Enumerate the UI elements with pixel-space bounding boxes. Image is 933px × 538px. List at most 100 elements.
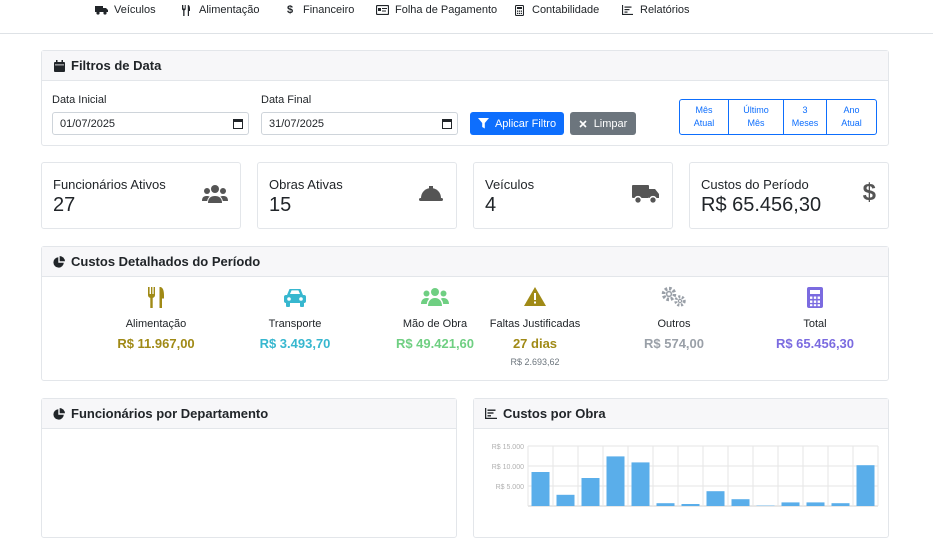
cost-label: Total: [740, 318, 890, 330]
stat-title: Veículos: [485, 177, 534, 192]
start-date-input[interactable]: 01/07/2025: [52, 112, 249, 135]
nav-contabilidade[interactable]: Contabilidade: [512, 3, 599, 17]
costs-by-work-header: Custos por Obra: [474, 399, 888, 429]
calendar-icon[interactable]: [233, 118, 243, 132]
y-tick-label: R$ 10.000: [492, 464, 524, 471]
utensils-icon: [81, 286, 231, 308]
chart-bar[interactable]: [532, 472, 550, 506]
quick-current-month-button[interactable]: MêsAtual: [680, 100, 729, 134]
chart-bar[interactable]: [632, 462, 650, 506]
card-title: Funcionários por Departamento: [71, 406, 268, 421]
pie-chart-icon: [52, 255, 66, 269]
cost-subvalue: R$ 2.693,62: [460, 357, 610, 367]
detailed-costs-header: Custos Detalhados do Período: [42, 247, 888, 277]
y-tick-label: R$ 15.000: [492, 444, 524, 451]
y-tick-label: R$ 5.000: [496, 484, 525, 491]
nav-label: Relatórios: [640, 4, 690, 16]
calculator-icon: [512, 4, 526, 16]
chart-bar[interactable]: [832, 503, 850, 506]
chart-bar[interactable]: [732, 499, 750, 506]
quick-last-month-button[interactable]: ÚltimoMês: [729, 100, 784, 134]
chart-bar[interactable]: [807, 502, 825, 506]
nav-label: Financeiro: [303, 4, 354, 16]
chart-bar[interactable]: [707, 491, 725, 506]
chart-bar[interactable]: [857, 465, 875, 506]
calendar-icon[interactable]: [442, 118, 452, 132]
nav-veiculos[interactable]: Veículos: [94, 3, 156, 17]
nav-label: Alimentação: [199, 4, 260, 16]
cost-label: Transporte: [220, 318, 370, 330]
hard-hat-icon: [418, 183, 444, 210]
calculator-icon: [740, 286, 890, 308]
truck-icon: [94, 4, 108, 16]
costs-by-work-card: Custos por Obra R$ 15.000 R$ 10.000 R$ 5.0…: [473, 398, 889, 538]
chart-bar[interactable]: [582, 478, 600, 506]
stat-title: Obras Ativas: [269, 177, 343, 192]
stat-value: 15: [269, 194, 291, 217]
chart-bar-icon: [484, 407, 498, 421]
cost-absences: Faltas Justificadas 27 dias R$ 2.693,62: [460, 286, 610, 367]
id-card-icon: [375, 4, 389, 16]
nav-label: Veículos: [114, 4, 156, 16]
nav-alimentacao[interactable]: Alimentação: [179, 3, 260, 17]
cost-value: R$ 11.967,00: [81, 336, 231, 351]
dept-employees-header: Funcionários por Departamento: [42, 399, 456, 429]
chart-bar-icon: [620, 4, 634, 16]
card-title: Custos por Obra: [503, 406, 606, 421]
stat-card-costs: Custos do Período R$ 65.456,30 $: [689, 162, 889, 229]
detailed-costs-card: Custos Detalhados do Período Alimentação…: [41, 246, 889, 381]
cost-transport: Transporte R$ 3.493,70: [220, 286, 370, 351]
cost-others: Outros R$ 574,00: [599, 286, 749, 351]
stat-title: Funcionários Ativos: [53, 177, 166, 192]
dollar-icon: $: [863, 179, 876, 207]
car-icon: [220, 286, 370, 308]
stat-value: 4: [485, 194, 496, 217]
chart-bar[interactable]: [782, 502, 800, 506]
quick-3-months-button[interactable]: 3Meses: [784, 100, 827, 134]
end-date-label: Data Final: [261, 94, 311, 106]
cost-value: R$ 3.493,70: [220, 336, 370, 351]
chart-bar[interactable]: [557, 495, 575, 506]
cost-label: Alimentação: [81, 318, 231, 330]
pie-chart-icon: [52, 407, 66, 421]
warning-icon: [460, 286, 610, 308]
end-date-value: 31/07/2025: [269, 118, 324, 130]
stat-card-vehicles: Veículos 4: [473, 162, 673, 229]
chart-bar[interactable]: [607, 456, 625, 506]
truck-icon: [632, 183, 660, 210]
nav-folha-pagamento[interactable]: Folha de Pagamento: [375, 3, 497, 17]
chart-bar[interactable]: [657, 503, 675, 506]
utensils-icon: [179, 4, 193, 16]
cost-label: Faltas Justificadas: [460, 318, 610, 330]
cost-value: 27 dias: [460, 336, 610, 351]
quick-period-group: MêsAtual ÚltimoMês 3Meses AnoAtual: [679, 99, 877, 135]
costs-by-work-chart: R$ 15.000 R$ 10.000 R$ 5.000: [474, 430, 888, 530]
filter-icon: [478, 118, 489, 129]
start-date-value: 01/07/2025: [60, 118, 115, 130]
card-title: Custos Detalhados do Período: [71, 254, 260, 269]
end-date-input[interactable]: 31/07/2025: [261, 112, 458, 135]
date-filter-header: Filtros de Data: [42, 51, 888, 81]
nav-label: Folha de Pagamento: [395, 4, 497, 16]
chart-bar[interactable]: [682, 504, 700, 506]
clear-filter-button[interactable]: Limpar: [570, 112, 636, 135]
date-filter-card: Filtros de Data Data Inicial 01/07/2025 …: [41, 50, 889, 146]
cost-value: R$ 574,00: [599, 336, 749, 351]
dept-employees-card: Funcionários por Departamento: [41, 398, 457, 538]
apply-filter-button[interactable]: Aplicar Filtro: [470, 112, 564, 135]
calendar-icon: [52, 59, 66, 73]
top-navigation: Veículos Alimentação $ Financeiro Folha …: [0, 0, 933, 34]
nav-financeiro[interactable]: $ Financeiro: [283, 3, 354, 17]
cost-value: R$ 65.456,30: [740, 336, 890, 351]
quick-current-year-button[interactable]: AnoAtual: [827, 100, 876, 134]
stat-card-employees: Funcionários Ativos 27: [41, 162, 241, 229]
card-title: Filtros de Data: [71, 58, 161, 73]
cogs-icon: [599, 286, 749, 308]
cost-total: Total R$ 65.456,30: [740, 286, 890, 351]
nav-relatorios[interactable]: Relatórios: [620, 3, 690, 17]
apply-filter-label: Aplicar Filtro: [495, 118, 556, 130]
nav-label: Contabilidade: [532, 4, 599, 16]
stat-title: Custos do Período: [701, 177, 809, 192]
cost-label: Outros: [599, 318, 749, 330]
cost-food: Alimentação R$ 11.967,00: [81, 286, 231, 351]
